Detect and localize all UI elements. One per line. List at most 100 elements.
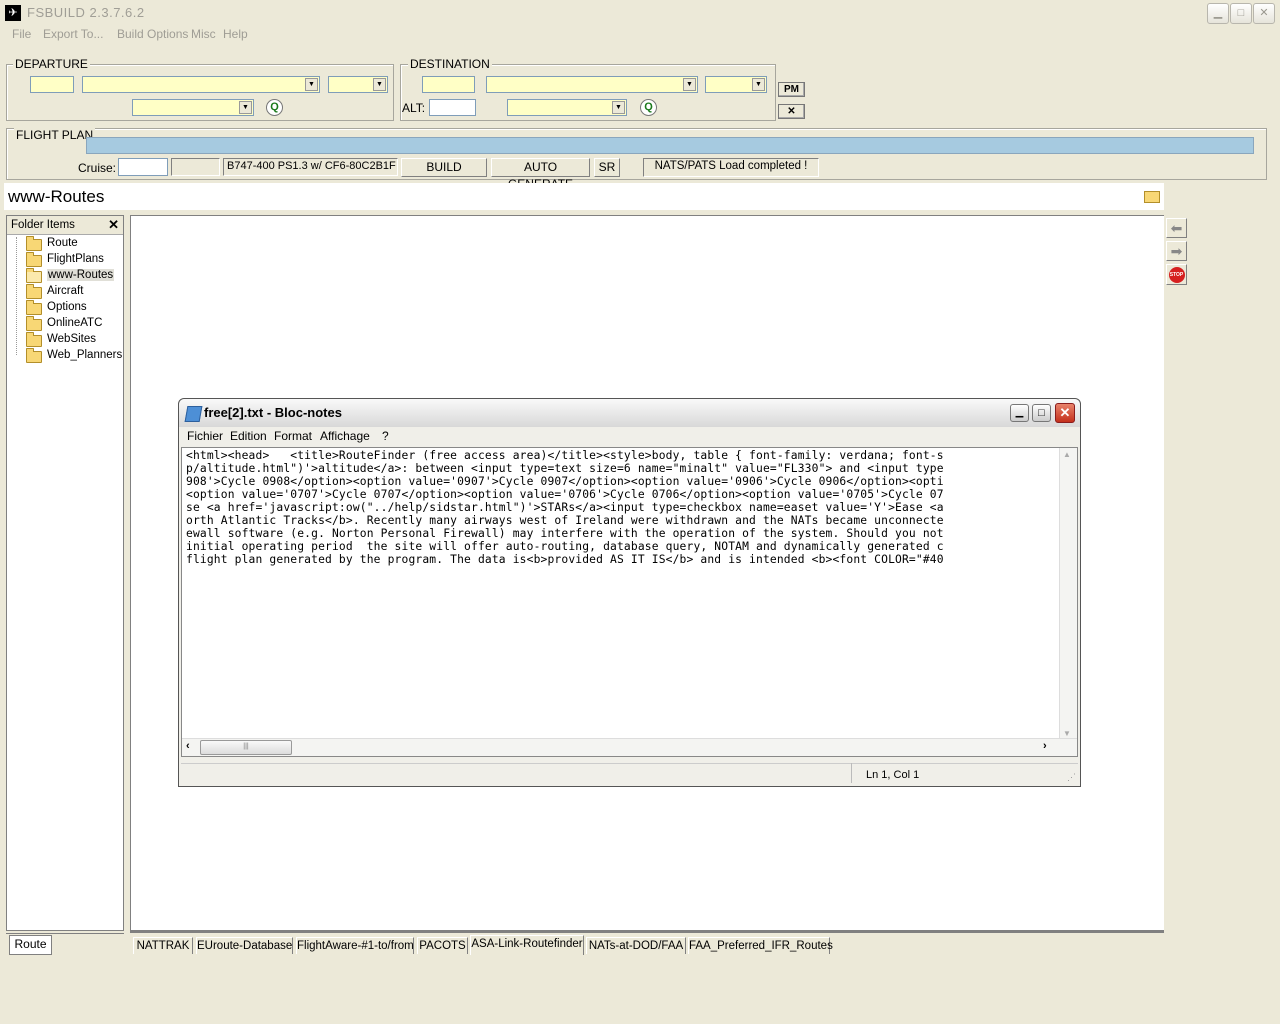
tree-line — [16, 237, 17, 355]
tab-nats-at-dod-faa[interactable]: NATs-at-DOD/FAA — [586, 937, 686, 954]
text-line: orth Atlantic Tracks</b>. Recently many … — [186, 514, 944, 527]
aircraft-field[interactable]: B747-400 PS1.3 w/ CF6-80C2B1F — [223, 158, 398, 176]
destination-star-select[interactable]: ▼ — [507, 99, 627, 116]
panel-title: www-Routes — [8, 187, 105, 206]
clear-button[interactable]: ✕ — [778, 104, 805, 119]
cruise-unit-field — [171, 158, 220, 176]
vertical-scrollbar[interactable]: ▲ ▼ — [1059, 448, 1077, 740]
departure-sid-select[interactable]: ▼ — [132, 99, 254, 116]
text-line: <option value='0707'>Cycle 0707</option>… — [186, 488, 944, 501]
folder-icon — [26, 300, 42, 315]
footer-area — [0, 957, 1280, 1024]
app-title: FSBUILD 2.3.7.6.2 — [27, 5, 145, 20]
arrow-right-icon: ➡ — [1170, 243, 1183, 259]
destination-search-button[interactable]: Q — [640, 99, 657, 116]
tab-faa-preferred-ifr-routes[interactable]: FAA_Preferred_IFR_Routes — [688, 937, 833, 954]
folder-icon — [26, 316, 42, 331]
menu-help[interactable]: ? — [382, 429, 389, 443]
notepad-maximize-button[interactable]: □ — [1032, 404, 1051, 422]
chevron-down-icon: ▼ — [239, 101, 252, 114]
auto-generate-button[interactable]: AUTO GENERATE — [491, 158, 590, 191]
menu-build-options[interactable]: Build Options — [117, 27, 188, 41]
scroll-down-icon[interactable]: ▼ — [1063, 729, 1071, 738]
notepad-title: free[2].txt - Bloc-notes — [204, 405, 342, 420]
close-button[interactable]: ✕ — [1253, 3, 1275, 24]
menu-export-to[interactable]: Export To... — [43, 27, 103, 41]
close-panel-icon[interactable]: ✕ — [108, 217, 119, 233]
route-string-field[interactable] — [86, 137, 1254, 154]
text-line: flight plan generated by the program. Th… — [186, 553, 944, 566]
resize-grip-icon[interactable]: ⋰ — [1067, 772, 1076, 783]
pm-button[interactable]: PM — [778, 82, 805, 97]
menu-file[interactable]: File — [12, 27, 31, 41]
build-button[interactable]: BUILD — [401, 158, 487, 177]
chevron-down-icon: ▼ — [305, 78, 318, 91]
menu-fichier[interactable]: Fichier — [187, 429, 223, 443]
alt-label: ALT: — [402, 101, 426, 115]
tab-nattrak[interactable]: NATTRAK — [133, 937, 193, 954]
cursor-position: Ln 1, Col 1 — [866, 769, 920, 781]
notepad-minimize-button[interactable]: ▁ — [1010, 404, 1029, 422]
menu-affichage[interactable]: Affichage — [320, 429, 370, 443]
folder-panel-header: Folder Items ✕ — [7, 216, 123, 235]
departure-runway-select[interactable]: ▼ — [328, 76, 388, 93]
text-line: p/altitude.html")'>altitude</a>: between… — [186, 462, 944, 475]
panel-header — [4, 183, 1164, 210]
folder-panel-title: Folder Items — [11, 219, 75, 231]
notepad-text-area[interactable]: <html><head> <title>RouteFinder (free ac… — [181, 447, 1078, 757]
destination-runway-select[interactable]: ▼ — [705, 76, 767, 93]
status-divider — [851, 763, 852, 783]
departure-airport-select[interactable]: ▼ — [82, 76, 320, 93]
sr-button[interactable]: SR — [594, 158, 620, 177]
text-line: <html><head> <title>RouteFinder (free ac… — [186, 449, 944, 462]
alternate-input[interactable] — [429, 99, 476, 116]
destination-airport-select[interactable]: ▼ — [486, 76, 698, 93]
tab-route[interactable]: Route — [9, 935, 52, 955]
browser-bottom-border — [130, 931, 1164, 933]
departure-icao-input[interactable] — [30, 76, 74, 93]
menu-misc[interactable]: Misc — [191, 27, 216, 41]
text-line: ewall software (e.g. Norton Personal Fir… — [186, 527, 944, 540]
tab-asa-link-routefinder[interactable]: ASA-Link-Routefinder — [470, 935, 584, 955]
cruise-label: Cruise: — [78, 161, 117, 175]
tab-pacots[interactable]: PACOTS — [417, 937, 468, 954]
minimize-button[interactable]: ▁ — [1207, 3, 1229, 24]
scroll-up-icon[interactable]: ▲ — [1063, 450, 1071, 459]
tab-flightaware[interactable]: FlightAware-#1-to/from — [296, 937, 414, 954]
status-field: NATS/PATS Load completed ! — [643, 158, 819, 177]
folder-icon — [26, 236, 42, 251]
departure-label: DEPARTURE — [13, 57, 90, 71]
menu-edition[interactable]: Edition — [230, 429, 267, 443]
back-button[interactable]: ⬅ — [1166, 218, 1187, 238]
text-line: initial operating period the site will o… — [186, 540, 944, 553]
scroll-left-icon[interactable]: ‹ — [186, 740, 190, 752]
chevron-down-icon: ▼ — [683, 78, 696, 91]
stop-button[interactable]: STOP — [1166, 264, 1187, 285]
folder-icon[interactable] — [1144, 191, 1160, 203]
notepad-menu-bar: Fichier Edition Format Affichage ? — [179, 427, 1080, 445]
chevron-down-icon: ▼ — [752, 78, 765, 91]
scroll-thumb[interactable]: ||| — [200, 740, 292, 755]
folder-icon — [26, 348, 42, 363]
forward-button[interactable]: ➡ — [1166, 241, 1187, 261]
scroll-right-icon[interactable]: › — [1043, 740, 1047, 752]
tree-item-label: Route — [47, 237, 78, 249]
tree-item-label: Web_Planners — [47, 349, 123, 361]
notepad-close-button[interactable]: ✕ — [1055, 403, 1075, 423]
cruise-input[interactable] — [118, 158, 168, 176]
tab-euroute-database[interactable]: EUroute-Database — [196, 937, 293, 954]
horizontal-scrollbar[interactable]: ‹ ||| › — [182, 738, 1077, 756]
flight-plan-label: FLIGHT PLAN — [14, 128, 96, 142]
departure-search-button[interactable]: Q — [266, 99, 283, 116]
notepad-window: free[2].txt - Bloc-notes ▁ □ ✕ Fichier E… — [178, 398, 1081, 787]
notepad-title-bar[interactable]: free[2].txt - Bloc-notes ▁ □ ✕ — [179, 399, 1080, 427]
maximize-button[interactable]: □ — [1230, 3, 1252, 24]
destination-icao-input[interactable] — [422, 76, 475, 93]
menu-format[interactable]: Format — [274, 429, 312, 443]
arrow-left-icon: ⬅ — [1170, 220, 1183, 236]
tree-item-label: WebSites — [47, 333, 97, 345]
folder-icon — [26, 284, 42, 299]
menu-help[interactable]: Help — [223, 27, 248, 41]
close-icon: ✕ — [787, 106, 796, 117]
menu-bar: File Export To... Build Options Misc Hel… — [0, 27, 1280, 45]
